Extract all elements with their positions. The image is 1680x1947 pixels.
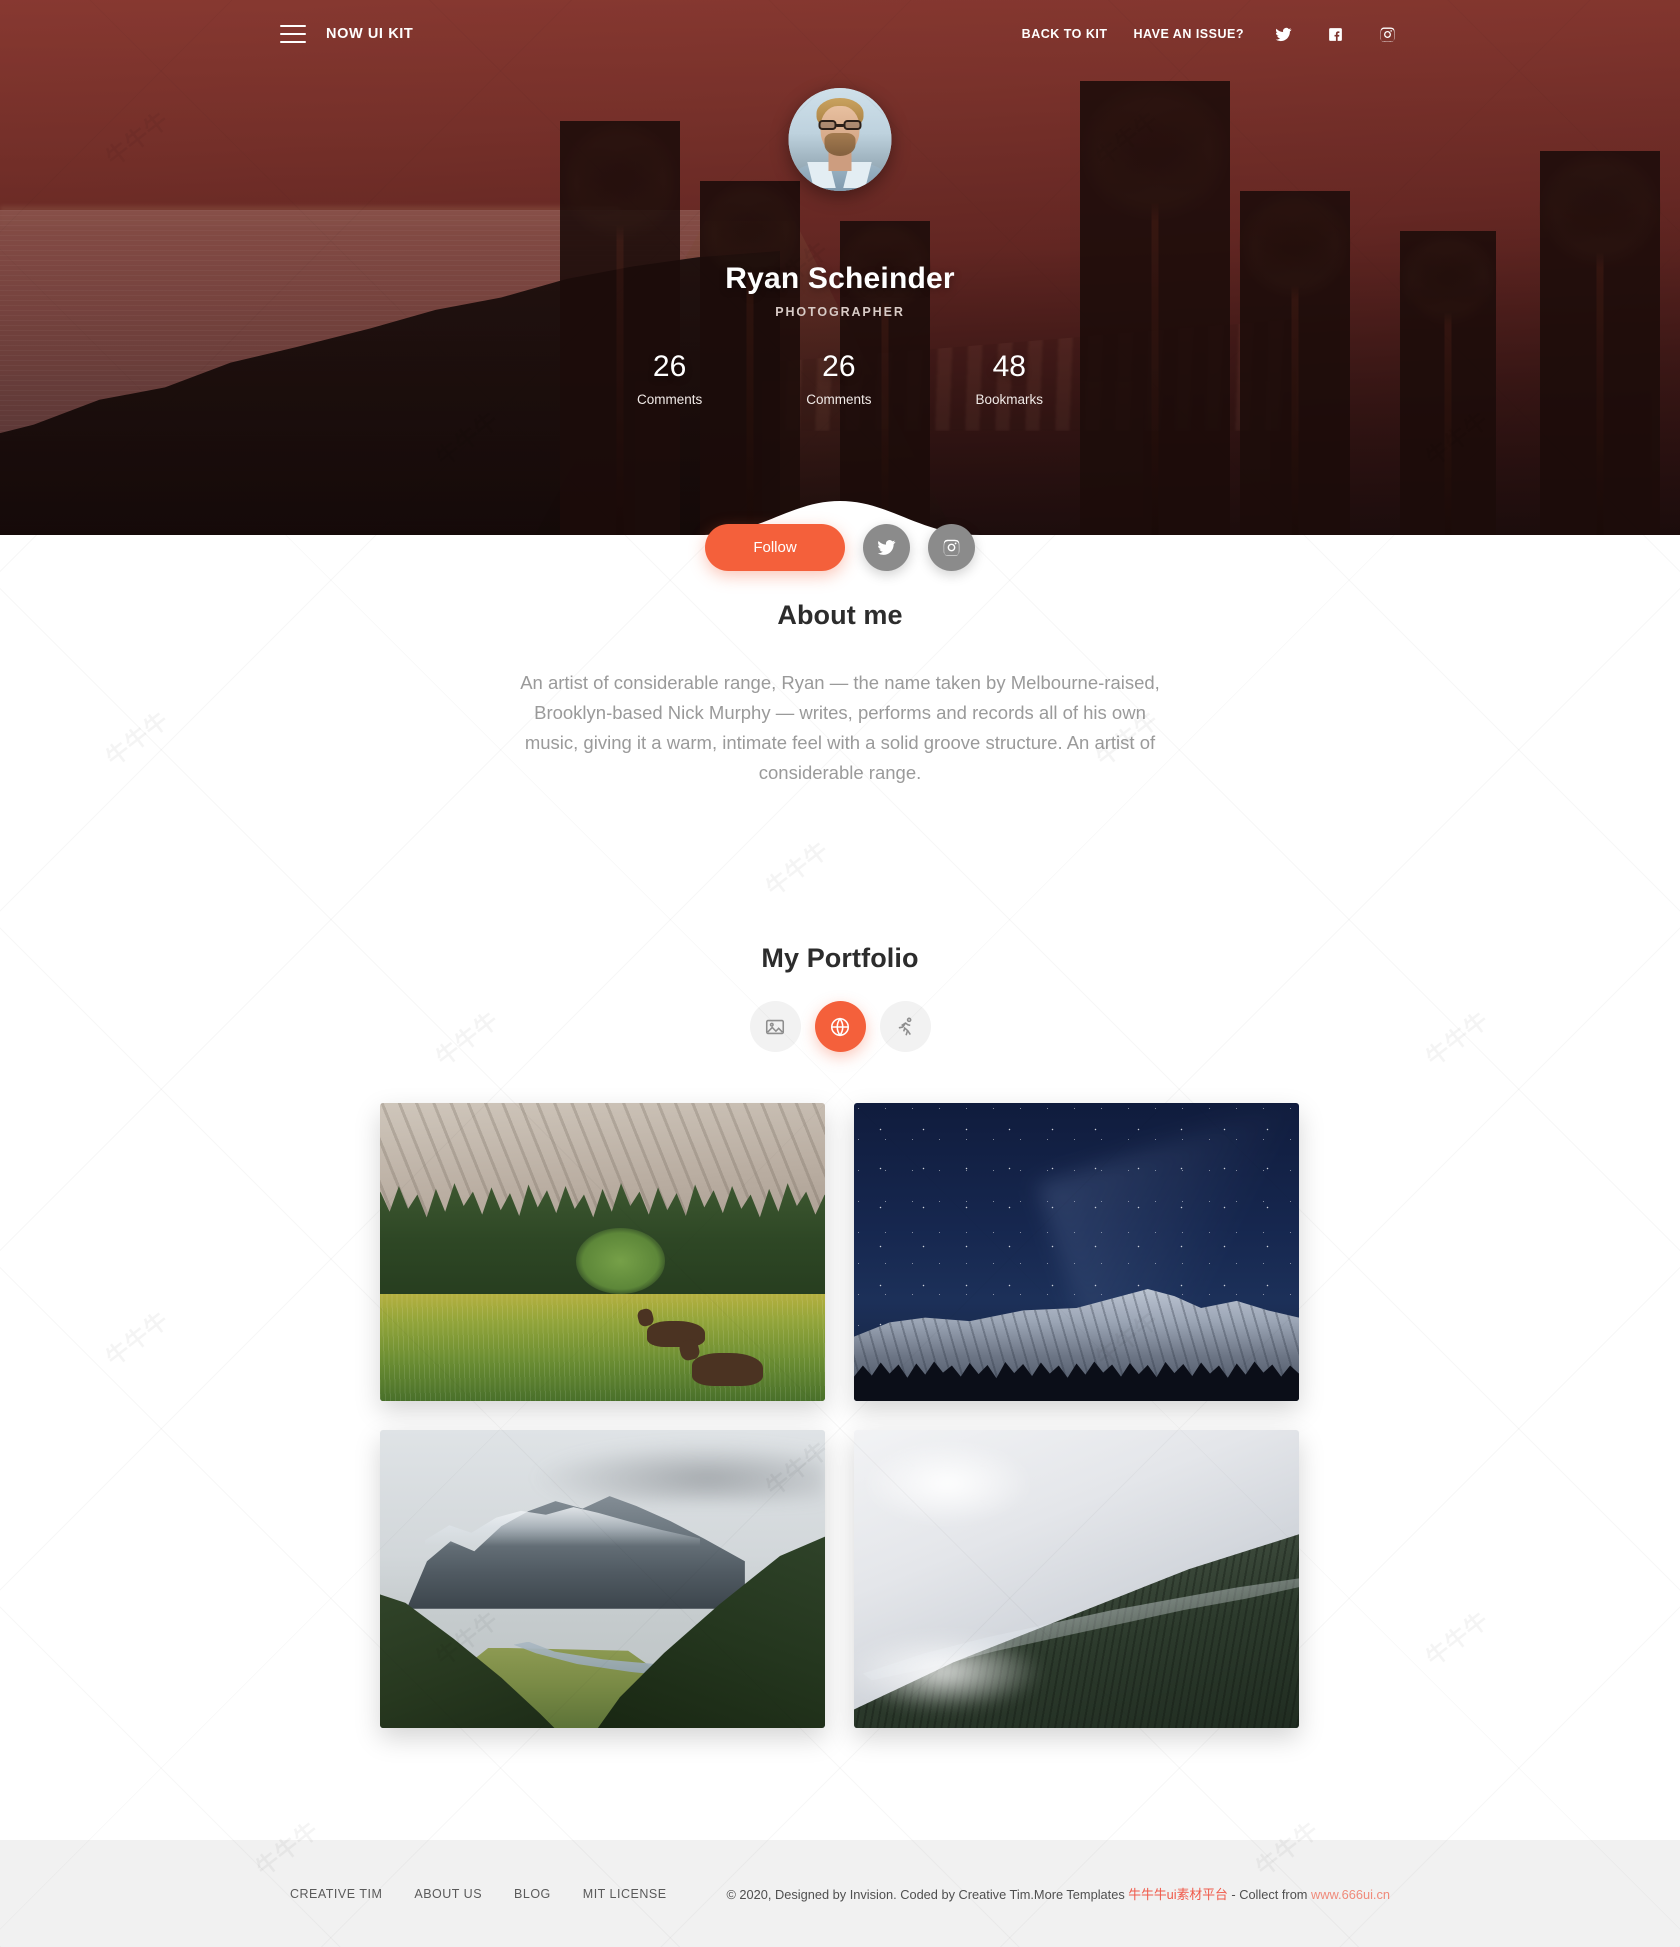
follow-button[interactable]: Follow: [705, 524, 845, 571]
avatar: [788, 88, 892, 191]
stat-label: Comments: [636, 392, 703, 407]
about-body: An artist of considerable range, Ryan — …: [520, 672, 1160, 783]
instagram-share-button[interactable]: [928, 524, 975, 571]
copyright-text: © 2020, Designed by Invision. Coded by C…: [726, 1887, 1129, 1902]
footer-link-about-us[interactable]: ABOUT US: [414, 1887, 482, 1901]
photo-yosemite-deer-meadow[interactable]: [380, 1103, 825, 1401]
twitter-icon: [877, 540, 896, 555]
globe-icon: [830, 1016, 850, 1037]
instagram-icon[interactable]: [1374, 21, 1400, 47]
instagram-icon: [943, 539, 960, 556]
navbar: NOW UI KIT BACK TO KIT HAVE AN ISSUE?: [0, 0, 1680, 68]
photo-starry-night-granite[interactable]: [854, 1103, 1299, 1401]
filter-running-button[interactable]: [879, 1001, 931, 1052]
portfolio-section: My Portfolio: [0, 943, 1680, 974]
stat-value: 26: [652, 350, 687, 383]
footer: CREATIVE TIM ABOUT US BLOG MIT LICENSE ©…: [0, 1840, 1680, 1947]
photo-misty-snowy-ridge[interactable]: [854, 1430, 1299, 1728]
twitter-share-button[interactable]: [863, 524, 910, 571]
profile-page: NOW UI KIT BACK TO KIT HAVE AN ISSUE? Ry…: [0, 0, 1680, 1947]
about-section: About me An artist of considerable range…: [0, 600, 1680, 788]
stat-item: 26 Comments: [637, 350, 702, 407]
nav-link-back-to-kit[interactable]: BACK TO KIT: [1022, 27, 1108, 41]
facebook-icon[interactable]: [1322, 21, 1348, 47]
cn-url-link[interactable]: www.666ui.cn: [1311, 1887, 1390, 1902]
portfolio-filters: [0, 1001, 1680, 1052]
page-title: Ryan Scheinder: [725, 262, 955, 295]
stat-item: 26 Comments: [806, 350, 871, 407]
profile-role: PHOTOGRAPHER: [775, 305, 905, 319]
cn-site-link[interactable]: 牛牛牛ui素材平台: [1128, 1887, 1228, 1902]
filter-globe-button[interactable]: [814, 1001, 866, 1052]
image-icon: [765, 1019, 785, 1034]
avatar-photo: [788, 88, 892, 191]
collect-from-text: - Collect from: [1227, 1887, 1312, 1902]
profile-actions: Follow: [0, 524, 1680, 571]
hamburger-icon[interactable]: [280, 25, 306, 43]
photo-alpine-valley-river[interactable]: [380, 1430, 825, 1728]
footer-links: CREATIVE TIM ABOUT US BLOG MIT LICENSE: [290, 1887, 667, 1901]
running-icon: [898, 1017, 912, 1035]
stat-value: 26: [822, 350, 856, 383]
portfolio-gallery: [380, 1103, 1300, 1728]
stat-value: 48: [992, 350, 1026, 383]
footer-link-creative-tim[interactable]: CREATIVE TIM: [290, 1887, 382, 1901]
stat-label: Comments: [806, 392, 872, 407]
profile-stats: 26 Comments 26 Comments 48 Bookmarks: [0, 350, 1680, 407]
filter-image-button[interactable]: [749, 1001, 801, 1052]
stat-item: 48 Bookmarks: [976, 350, 1044, 407]
footer-link-mit-license[interactable]: MIT LICENSE: [583, 1887, 667, 1901]
brand-label: NOW UI KIT: [326, 26, 414, 42]
stat-label: Bookmarks: [975, 392, 1044, 407]
portfolio-title: My Portfolio: [761, 943, 919, 973]
about-title: About me: [777, 600, 903, 630]
twitter-icon[interactable]: [1270, 21, 1296, 47]
navbar-right: BACK TO KIT HAVE AN ISSUE?: [1022, 21, 1400, 47]
footer-copyright: © 2020, Designed by Invision. Coded by C…: [726, 1884, 1390, 1903]
navbar-brand[interactable]: NOW UI KIT: [280, 25, 413, 43]
nav-link-have-an-issue[interactable]: HAVE AN ISSUE?: [1134, 27, 1245, 41]
footer-link-blog[interactable]: BLOG: [514, 1887, 551, 1901]
